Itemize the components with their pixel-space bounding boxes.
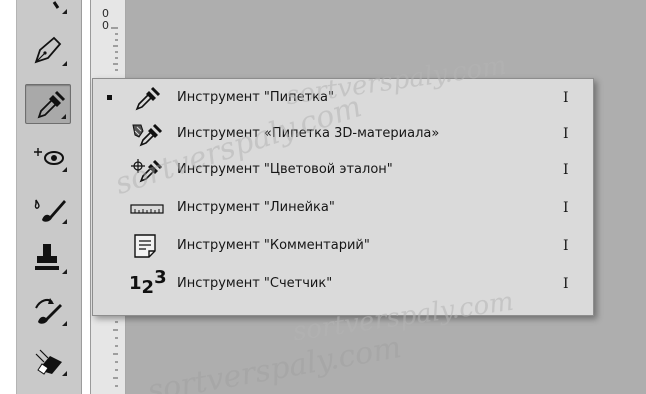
- pen-tool[interactable]: [25, 30, 71, 70]
- active-bullet-icon: [107, 95, 112, 100]
- history-brush-tool[interactable]: [25, 290, 71, 330]
- 3d-material-eyedropper-icon: [132, 123, 163, 147]
- menu-item-counter[interactable]: 123 Инструмент "Счетчик" I: [93, 265, 593, 303]
- menu-item-color-sampler[interactable]: Инструмент "Цветовой эталон" I: [93, 151, 593, 189]
- counter-icon: 123: [129, 267, 167, 298]
- note-icon: [134, 234, 156, 258]
- brush-tool-partial[interactable]: [25, 0, 71, 18]
- menu-item-label: Инструмент "Счетчик": [177, 276, 333, 291]
- menu-item-label: Инструмент "Линейка": [177, 200, 335, 215]
- menu-item-shortcut: I: [563, 276, 569, 292]
- clone-stamp-tool[interactable]: [25, 238, 71, 278]
- menu-item-3d-material-eyedropper[interactable]: Инструмент «Пипетка 3D-материала» I: [93, 115, 593, 153]
- tools-panel: [16, 0, 82, 394]
- ruler-icon: [130, 204, 164, 214]
- eyedropper-flyout-menu: Инструмент "Пипетка" I Инструмент «Пипет…: [92, 78, 594, 316]
- menu-item-label: Инструмент "Цветовой эталон": [177, 162, 393, 177]
- menu-item-eyedropper[interactable]: Инструмент "Пипетка" I: [93, 79, 593, 117]
- menu-item-shortcut: I: [563, 200, 569, 216]
- spot-healing-tool[interactable]: [25, 136, 71, 176]
- eyedropper-tool[interactable]: [25, 84, 71, 124]
- menu-item-ruler[interactable]: Инструмент "Линейка" I: [93, 189, 593, 227]
- brush-tool[interactable]: [25, 188, 71, 228]
- menu-item-shortcut: I: [563, 90, 569, 106]
- menu-item-shortcut: I: [563, 238, 569, 254]
- menu-item-shortcut: I: [563, 162, 569, 178]
- photoshop-workspace: 0 0 Инструмент "Пипетка" I Инструмент «П…: [0, 0, 646, 394]
- color-sampler-icon: [131, 159, 163, 183]
- menu-item-note[interactable]: Инструмент "Комментарий" I: [93, 227, 593, 265]
- menu-item-label: Инструмент "Комментарий": [177, 238, 370, 253]
- eraser-tool[interactable]: [25, 340, 71, 380]
- eyedropper-icon: [135, 86, 161, 111]
- menu-item-shortcut: I: [563, 126, 569, 142]
- menu-item-label: Инструмент "Пипетка": [177, 90, 334, 105]
- menu-item-label: Инструмент «Пипетка 3D-материала»: [177, 126, 440, 141]
